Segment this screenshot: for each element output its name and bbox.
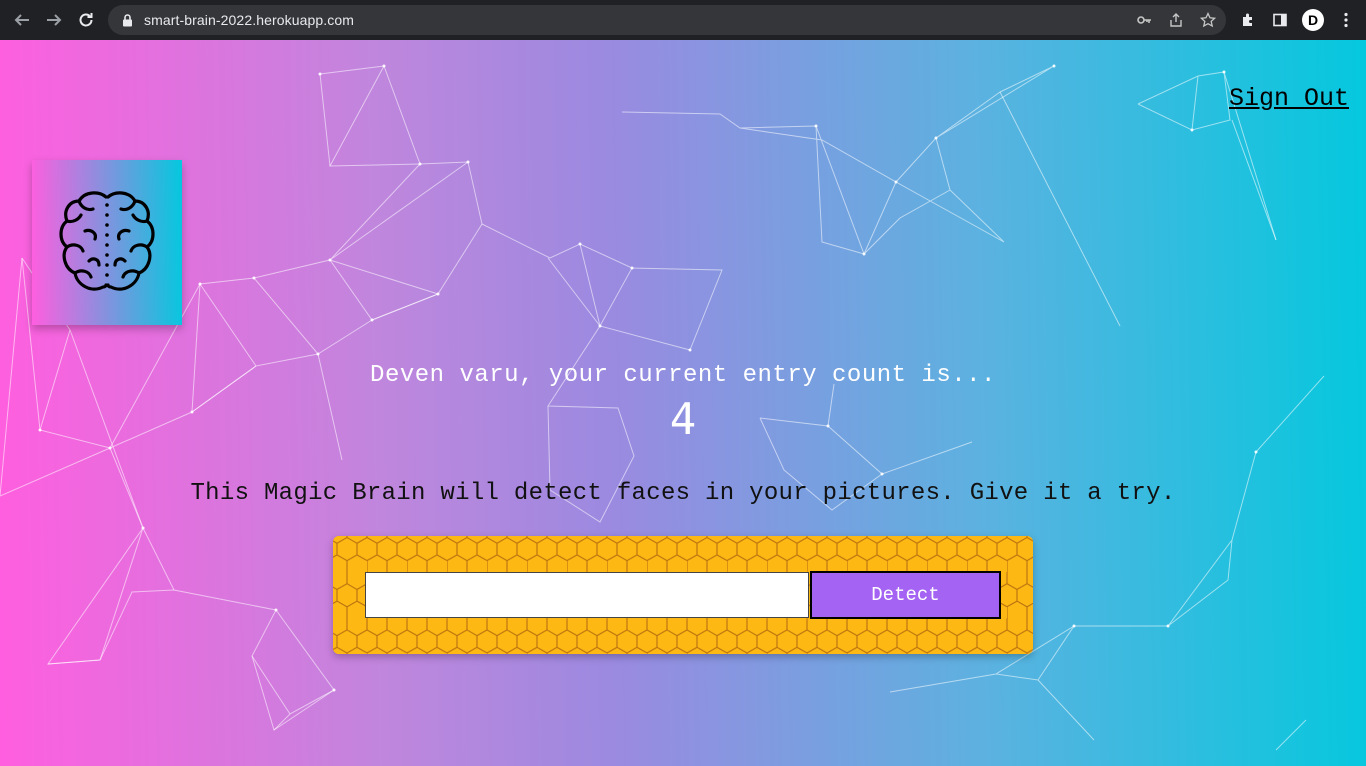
entry-count-message: Deven varu, your current entry count is.… bbox=[370, 362, 996, 389]
reload-button[interactable] bbox=[70, 4, 102, 36]
entry-count-value: 4 bbox=[669, 394, 697, 445]
image-url-input[interactable] bbox=[365, 572, 809, 618]
more-menu-icon[interactable] bbox=[1336, 10, 1356, 30]
lock-icon bbox=[120, 13, 134, 27]
star-icon[interactable] bbox=[1198, 10, 1218, 30]
brain-icon bbox=[59, 190, 155, 291]
brain-logo[interactable] bbox=[32, 160, 182, 325]
sign-out-link[interactable]: Sign Out bbox=[1229, 84, 1349, 113]
profile-avatar[interactable]: D bbox=[1302, 9, 1324, 31]
share-icon[interactable] bbox=[1166, 10, 1186, 30]
detect-button[interactable]: Detect bbox=[810, 571, 1001, 619]
back-button[interactable] bbox=[6, 4, 38, 36]
app-page: Sign Out Deven varu, your current entry … bbox=[0, 40, 1366, 766]
arrow-left-icon bbox=[14, 14, 29, 26]
page-description: This Magic Brain will detect faces in yo… bbox=[190, 480, 1176, 507]
reload-icon bbox=[79, 13, 93, 27]
key-icon[interactable] bbox=[1134, 10, 1154, 30]
forward-button[interactable] bbox=[38, 4, 70, 36]
url-text: smart-brain-2022.herokuapp.com bbox=[144, 12, 354, 28]
address-bar[interactable]: smart-brain-2022.herokuapp.com bbox=[108, 5, 1226, 35]
side-panel-icon[interactable] bbox=[1270, 10, 1290, 30]
image-link-form: Detect bbox=[333, 536, 1033, 654]
browser-toolbar: smart-brain-2022.herokuapp.com D bbox=[0, 0, 1366, 40]
arrow-right-icon bbox=[47, 14, 62, 26]
extensions-icon[interactable] bbox=[1238, 10, 1258, 30]
